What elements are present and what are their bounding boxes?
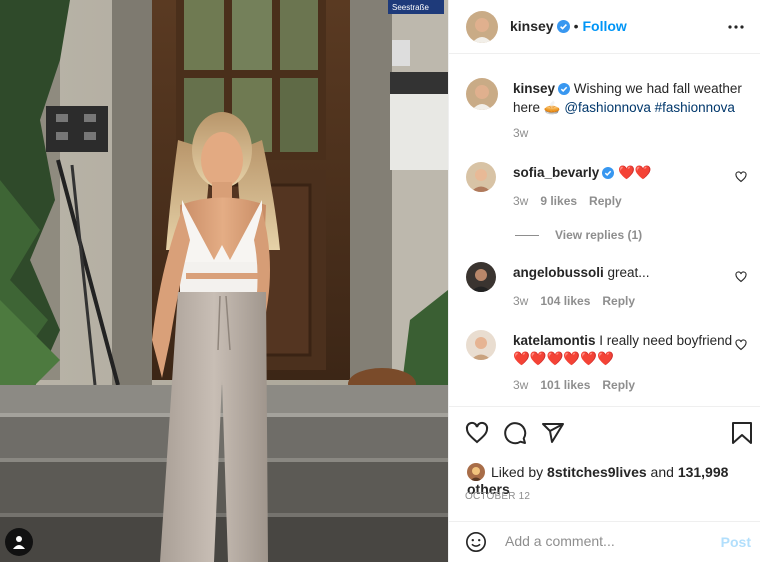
comment-text: great... — [607, 265, 650, 280]
comment-text-block: katelamontis I really need boyfriend ❤️❤… — [513, 332, 735, 368]
reply-button[interactable]: Reply — [602, 378, 635, 392]
header-separator: • — [573, 18, 579, 34]
view-replies-label: View replies (1) — [555, 228, 643, 242]
comment-meta: 3w 9 likes Reply — [513, 194, 634, 208]
comment-likes[interactable]: 9 likes — [540, 194, 577, 208]
comment-item: sofia_bevarly ❤️❤️ 3w 9 likes Reply — [465, 160, 755, 220]
liked-by-prefix: Liked by — [491, 464, 548, 480]
caption-text-block: kinsey Wishing we had fall weather here … — [513, 80, 743, 116]
post-date[interactable]: OCTOBER 12 — [465, 491, 530, 502]
comment-age: 3w — [513, 378, 529, 392]
street-sign: Seestraße — [392, 3, 429, 12]
comment-username[interactable]: sofia_bevarly — [513, 165, 599, 180]
view-replies-button[interactable]: View replies (1) — [515, 228, 642, 242]
author-username[interactable]: kinsey — [510, 18, 554, 34]
caption-avatar[interactable] — [466, 78, 498, 110]
comment-bubble-icon[interactable] — [503, 421, 527, 450]
verified-badge-icon — [556, 20, 570, 38]
post-image: Seestraße — [0, 0, 448, 562]
comment-text-block: angelobussoli great... — [513, 264, 713, 281]
post-header: kinsey • Follow — [449, 0, 760, 54]
comment-avatar[interactable] — [466, 262, 496, 292]
verified-badge-icon — [602, 166, 615, 183]
author-avatar[interactable] — [466, 11, 498, 43]
comment-item: angelobussoli great... 3w 104 likes Reply — [465, 260, 755, 320]
liked-by-and: and — [646, 464, 678, 480]
caption-meta: 3w — [513, 126, 540, 140]
comment-likes[interactable]: 101 likes — [540, 378, 590, 392]
add-comment-bar: Post — [449, 521, 760, 562]
caption-mention-link[interactable]: @fashionnova — [564, 100, 651, 115]
header-user-line: kinsey • Follow — [510, 18, 627, 38]
comment-like-icon[interactable] — [735, 170, 747, 188]
post-comment-button[interactable]: Post — [721, 534, 751, 550]
user-tag-icon[interactable] — [5, 528, 33, 556]
post-photo[interactable]: Seestraße — [0, 0, 448, 562]
liked-by-user-link[interactable]: 8stitches9lives — [547, 464, 647, 480]
comment-avatar[interactable] — [466, 162, 496, 192]
post-side-panel: kinsey • Follow kinsey Wishing we had fall… — [448, 0, 760, 562]
comment-avatar[interactable] — [466, 330, 496, 360]
reply-button[interactable]: Reply — [602, 294, 635, 308]
comment-text-block: sofia_bevarly ❤️❤️ — [513, 164, 713, 183]
comment-username[interactable]: katelamontis — [513, 333, 596, 348]
comment-meta: 3w 104 likes Reply — [513, 294, 647, 308]
emoji-icon[interactable] — [465, 531, 487, 558]
follow-button[interactable]: Follow — [583, 18, 627, 34]
comment-age: 3w — [513, 194, 529, 208]
comments-list[interactable]: kinsey Wishing we had fall weather here … — [449, 54, 760, 406]
verified-badge-icon — [558, 82, 571, 99]
caption-username[interactable]: kinsey — [513, 81, 555, 96]
like-heart-icon[interactable] — [465, 421, 489, 450]
reply-button[interactable]: Reply — [589, 194, 622, 208]
view-replies-divider — [515, 235, 539, 237]
comment-username[interactable]: angelobussoli — [513, 265, 604, 280]
comment-like-icon[interactable] — [735, 338, 747, 356]
save-bookmark-icon[interactable] — [731, 421, 753, 450]
more-options-icon[interactable] — [725, 16, 747, 43]
comment-meta: 3w 101 likes Reply — [513, 378, 647, 392]
caption-hashtag-link[interactable]: #fashionnova — [655, 100, 735, 115]
comment-input[interactable] — [503, 532, 707, 550]
liker-avatar[interactable] — [467, 463, 485, 481]
post-actions: Liked by 8stitches9lives and 131,998 oth… — [449, 406, 760, 521]
caption-row: kinsey Wishing we had fall weather here … — [465, 76, 755, 146]
caption-age: 3w — [513, 126, 529, 140]
comment-item: katelamontis I really need boyfriend ❤️❤… — [465, 328, 755, 398]
comment-text: ❤️❤️ — [618, 165, 652, 180]
share-paper-plane-icon[interactable] — [541, 421, 565, 450]
comment-age: 3w — [513, 294, 529, 308]
comment-likes[interactable]: 104 likes — [540, 294, 590, 308]
comment-like-icon[interactable] — [735, 270, 747, 288]
